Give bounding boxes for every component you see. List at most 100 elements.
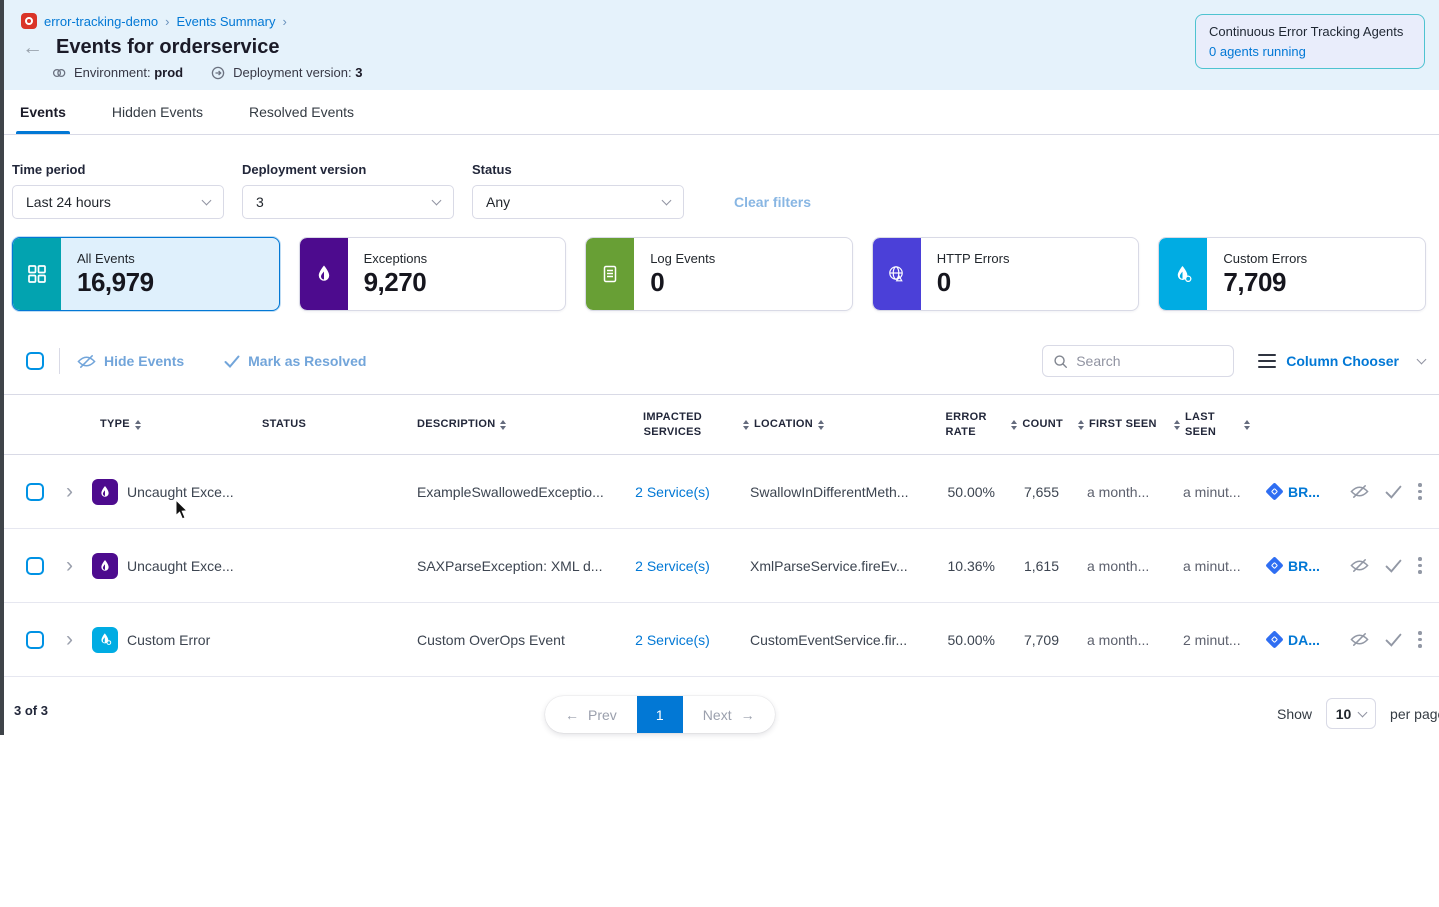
mark-resolved-button[interactable]: Mark as Resolved <box>224 353 366 369</box>
row-count-summary: 3 of 3 <box>14 703 48 718</box>
count-cell: 1,615 <box>1000 558 1065 574</box>
stat-card-label: Exceptions <box>364 251 428 266</box>
next-page-button[interactable]: Next → <box>683 696 775 733</box>
event-type-label: Custom Error <box>127 632 210 648</box>
deployment-version-select[interactable]: 3 <box>242 185 454 219</box>
description-cell: Custom OverOps Event <box>405 632 625 648</box>
row-menu-icon[interactable] <box>1418 628 1422 651</box>
row-checkbox[interactable] <box>26 483 44 501</box>
stat-card-row: All Events 16,979 Exceptions 9,270 Log E… <box>0 219 1439 311</box>
column-chooser-button[interactable]: Column Chooser <box>1286 353 1399 369</box>
table-row[interactable]: › Uncaught Exce... ExampleSwallowedExcep… <box>0 455 1439 529</box>
expand-chevron-icon[interactable]: › <box>56 555 92 576</box>
stat-card-all-events[interactable]: All Events 16,979 <box>12 237 280 311</box>
select-all-checkbox[interactable] <box>26 352 44 370</box>
page-size-select[interactable]: 10 <box>1326 698 1376 729</box>
error-rate-cell: 10.36% <box>935 558 1000 574</box>
chevron-down-icon <box>1358 707 1368 717</box>
column-chooser-icon[interactable] <box>1258 354 1276 369</box>
stat-card-value: 7,709 <box>1223 267 1307 298</box>
tab-hidden-events[interactable]: Hidden Events <box>110 90 205 134</box>
hide-event-icon[interactable] <box>1350 632 1369 647</box>
expand-chevron-icon[interactable]: › <box>56 629 92 650</box>
expand-chevron-icon[interactable]: › <box>56 481 92 502</box>
prev-page-button[interactable]: ← Prev <box>545 696 637 733</box>
resolve-event-icon[interactable] <box>1385 633 1402 647</box>
ticket-link[interactable]: BR... <box>1255 558 1320 574</box>
document-icon <box>586 238 634 310</box>
column-header-first-seen[interactable]: FIRST SEEN <box>1065 417 1165 432</box>
error-rate-cell: 50.00% <box>935 632 1000 648</box>
jira-diamond-icon <box>1265 556 1283 574</box>
stat-card-log-events[interactable]: Log Events 0 <box>585 237 853 311</box>
table-row[interactable]: › Uncaught Exce... SAXParseException: XM… <box>0 529 1439 603</box>
column-header-count[interactable]: COUNT <box>1000 417 1065 432</box>
sort-icon[interactable] <box>1244 420 1250 430</box>
deployment-value: 3 <box>355 65 362 80</box>
stat-card-value: 0 <box>937 267 1010 298</box>
hide-events-button[interactable]: Hide Events <box>77 353 184 369</box>
tab-events[interactable]: Events <box>18 90 68 134</box>
arrow-left-icon: ← <box>565 707 579 723</box>
first-seen-cell: a month... <box>1065 632 1165 648</box>
clear-filters-button[interactable]: Clear filters <box>734 194 811 210</box>
stat-card-label: Log Events <box>650 251 715 266</box>
filter-bar: Time period Last 24 hours Deployment ver… <box>0 135 1439 219</box>
table-toolbar: Hide Events Mark as Resolved Column Choo… <box>0 341 1439 381</box>
status-filter-label: Status <box>472 162 684 177</box>
chevron-right-icon: › <box>165 14 169 29</box>
last-seen-cell: a minut... <box>1165 558 1255 574</box>
tab-resolved-events[interactable]: Resolved Events <box>247 90 356 134</box>
row-checkbox[interactable] <box>26 557 44 575</box>
count-cell: 7,709 <box>1000 632 1065 648</box>
resolve-event-icon[interactable] <box>1385 485 1402 499</box>
chevron-down-icon <box>202 196 212 206</box>
agents-running-link[interactable]: 0 agents running <box>1209 44 1411 59</box>
sort-icon[interactable] <box>818 420 824 430</box>
flame-gear-icon <box>1159 238 1207 310</box>
deployment-version-filter-label: Deployment version <box>242 162 454 177</box>
impacted-services-link[interactable]: 2 Service(s) <box>625 632 720 648</box>
resolve-event-icon[interactable] <box>1385 559 1402 573</box>
sort-icon[interactable] <box>1011 420 1017 430</box>
hide-event-icon[interactable] <box>1350 484 1369 499</box>
stat-card-custom-errors[interactable]: Custom Errors 7,709 <box>1158 237 1426 311</box>
sort-icon[interactable] <box>500 420 506 430</box>
ticket-link[interactable]: BR... <box>1255 484 1320 500</box>
search-input[interactable] <box>1076 353 1216 369</box>
row-menu-icon[interactable] <box>1418 480 1422 503</box>
flame-gear-icon <box>92 627 118 653</box>
stat-card-exceptions[interactable]: Exceptions 9,270 <box>299 237 567 311</box>
row-menu-icon[interactable] <box>1418 554 1422 577</box>
ticket-link[interactable]: DA... <box>1255 632 1320 648</box>
impacted-services-link[interactable]: 2 Service(s) <box>625 558 720 574</box>
breadcrumb-project[interactable]: error-tracking-demo <box>44 14 158 29</box>
location-cell: SwallowInDifferentMeth... <box>720 484 935 500</box>
last-seen-cell: a minut... <box>1165 484 1255 500</box>
per-page-label: per page <box>1390 706 1439 722</box>
page-number-button[interactable]: 1 <box>637 696 683 733</box>
impacted-services-link[interactable]: 2 Service(s) <box>625 484 720 500</box>
flame-icon <box>92 479 118 505</box>
column-header-type[interactable]: TYPE <box>92 417 250 432</box>
chevron-down-icon[interactable] <box>1417 355 1427 365</box>
breadcrumb-events-summary[interactable]: Events Summary <box>177 14 276 29</box>
row-checkbox[interactable] <box>26 631 44 649</box>
first-seen-cell: a month... <box>1065 558 1165 574</box>
table-row[interactable]: › Custom Error Custom OverOps Event 2 Se… <box>0 603 1439 677</box>
column-header-location[interactable]: LOCATION <box>720 417 935 432</box>
flame-icon <box>300 238 348 310</box>
hide-event-icon[interactable] <box>1350 558 1369 573</box>
status-select[interactable]: Any <box>472 185 684 219</box>
sort-icon[interactable] <box>135 420 141 430</box>
sort-icon[interactable] <box>1174 420 1180 430</box>
column-header-description[interactable]: DESCRIPTION <box>405 417 625 432</box>
stat-card-http-errors[interactable]: HTTP Errors 0 <box>872 237 1140 311</box>
back-arrow-icon[interactable]: ← <box>22 37 43 58</box>
time-period-select[interactable]: Last 24 hours <box>12 185 224 219</box>
sort-icon[interactable] <box>743 420 749 430</box>
sort-icon[interactable] <box>1078 420 1084 430</box>
table-footer: 3 of 3 ← Prev 1 Next → Show 10 per page <box>0 690 1439 750</box>
stat-card-value: 0 <box>650 267 715 298</box>
column-header-last-seen[interactable]: LAST SEEN <box>1165 410 1255 440</box>
